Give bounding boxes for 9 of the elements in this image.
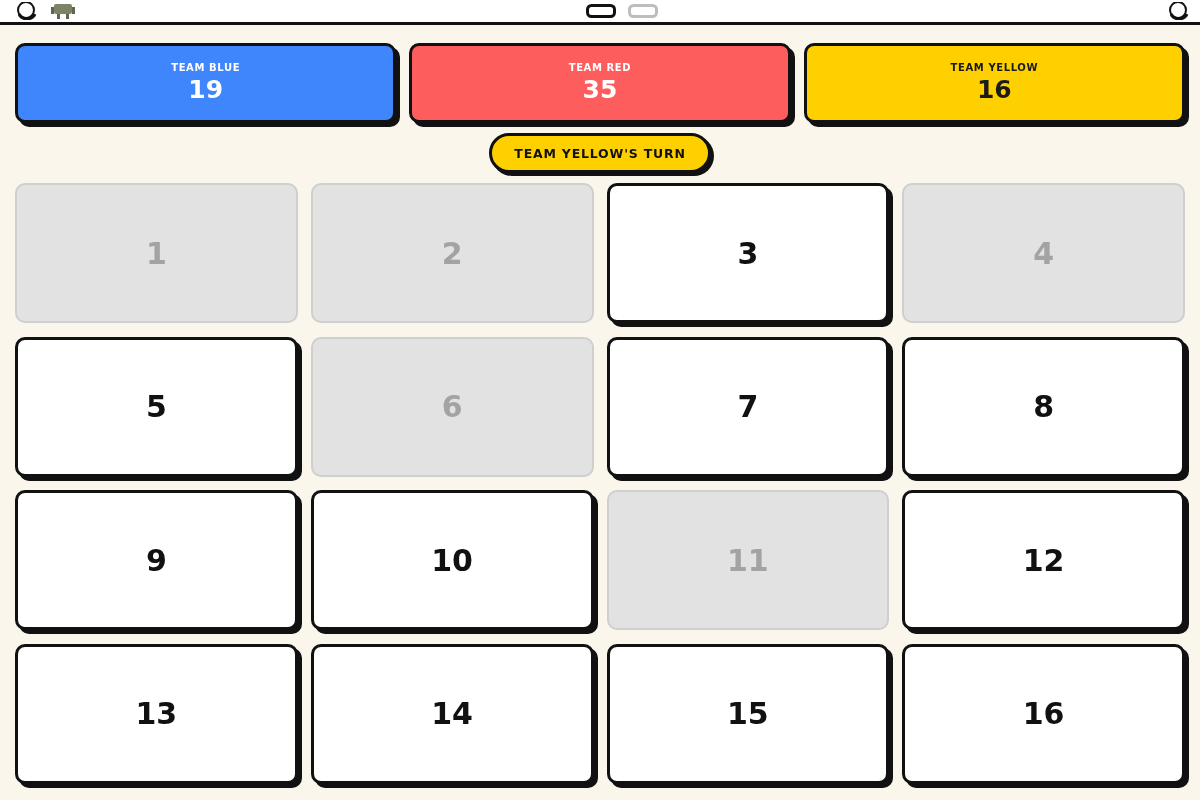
team-name: TEAM RED: [568, 61, 632, 73]
team-name: TEAM YELLOW: [950, 61, 1039, 73]
turn-indicator: TEAM YELLOW'S TURN: [489, 133, 711, 173]
team-score: 19: [188, 74, 224, 105]
robot-logo-icon: [50, 3, 76, 19]
team-name: TEAM BLUE: [171, 61, 241, 73]
team-score: 35: [582, 74, 618, 105]
team-score: 16: [976, 74, 1012, 105]
rounded-rectangle-icon[interactable]: [586, 4, 616, 18]
